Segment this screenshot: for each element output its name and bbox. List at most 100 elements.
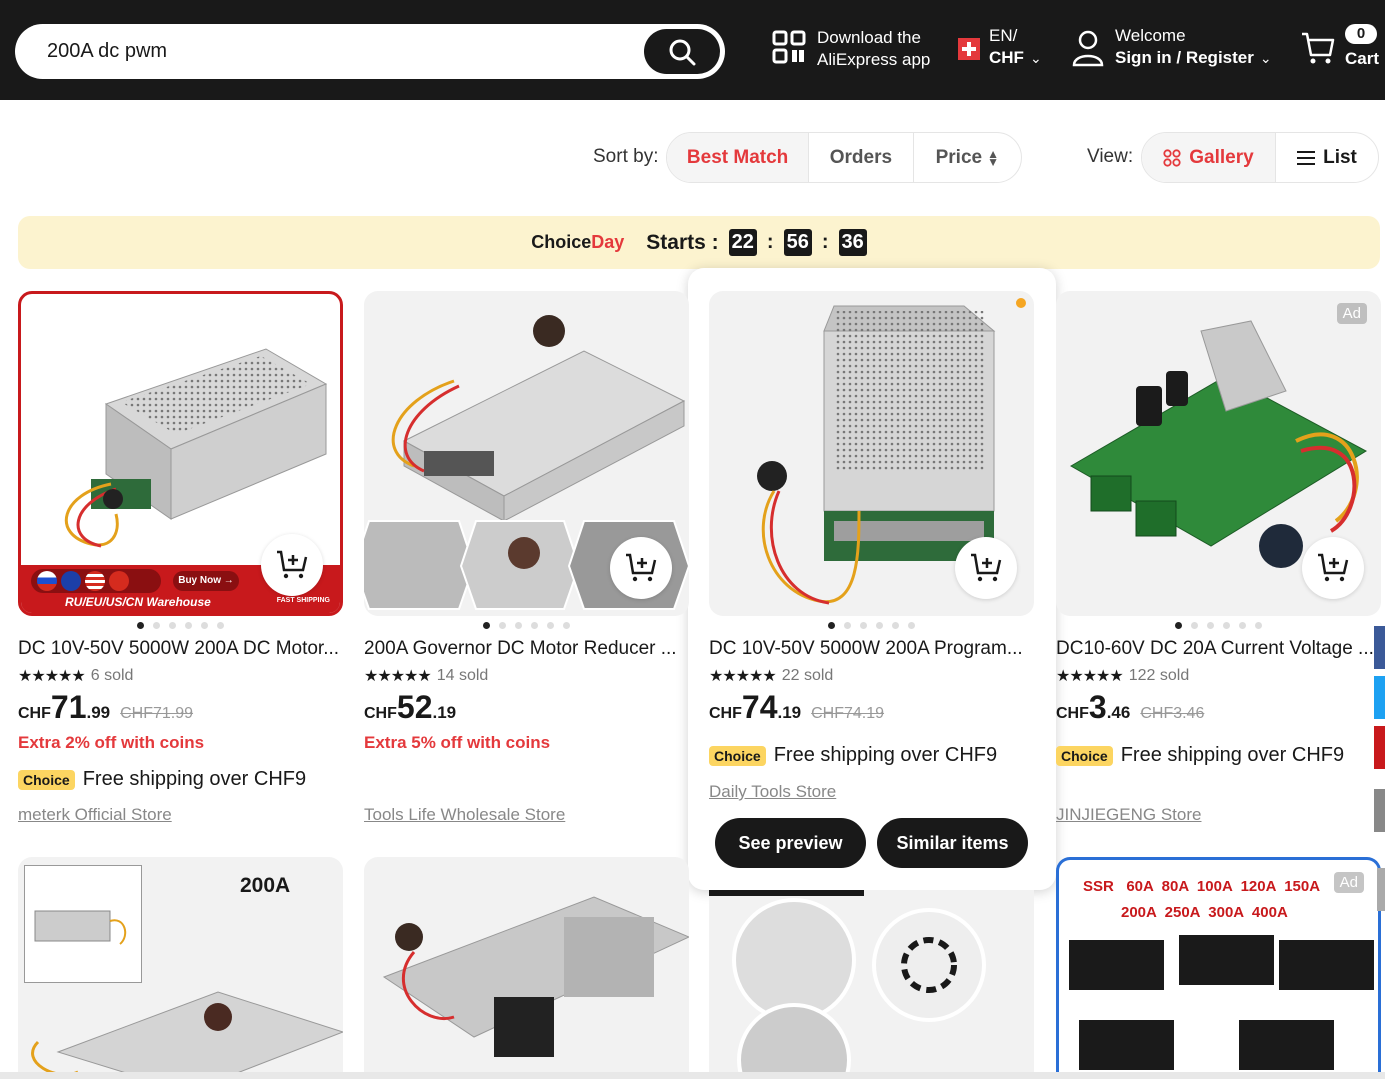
price-decimal: .19	[432, 703, 457, 722]
carousel-dot[interactable]	[828, 622, 835, 629]
carousel-dot[interactable]	[1175, 622, 1182, 629]
carousel-dot[interactable]	[860, 622, 867, 629]
signin-register-link[interactable]: Sign in / Register	[1115, 47, 1254, 69]
us-flag-icon	[85, 571, 105, 591]
carousel-dot[interactable]	[153, 622, 160, 629]
carousel-dot[interactable]	[137, 622, 144, 629]
view-options: Gallery List	[1141, 132, 1379, 183]
choice-day-banner[interactable]: ChoiceDay Starts : 22 : 56 : 36	[18, 216, 1380, 269]
product-title[interactable]: DC 10V-50V 5000W 200A Program...	[709, 638, 1034, 660]
product-card[interactable]	[364, 857, 689, 1072]
share-pinterest-button[interactable]	[1374, 726, 1385, 769]
choice-day-brand-b: Day	[591, 232, 625, 252]
carousel-dot[interactable]	[876, 622, 883, 629]
add-to-cart-button[interactable]	[955, 537, 1017, 599]
search-bar	[15, 24, 725, 79]
starts-label: Starts :	[646, 230, 719, 254]
add-to-cart-button[interactable]	[261, 534, 323, 596]
search-icon	[669, 39, 696, 65]
gallery-grid-icon	[1163, 148, 1181, 167]
product-image[interactable]: 200A	[18, 857, 343, 1072]
carousel-dot[interactable]	[531, 622, 538, 629]
share-twitter-button[interactable]	[1374, 676, 1385, 719]
carousel-dot[interactable]	[483, 622, 490, 629]
carousel-dot[interactable]	[1223, 622, 1230, 629]
image-carousel-dots[interactable]	[1056, 622, 1381, 630]
controller-thumbnail-image	[34, 910, 127, 945]
store-link[interactable]: Tools Life Wholesale Store	[364, 805, 565, 825]
sort-price-button[interactable]: Price ▲ ▼	[914, 133, 1021, 182]
carousel-dot[interactable]	[185, 622, 192, 629]
carousel-dot[interactable]	[217, 622, 224, 629]
view-gallery-button[interactable]: Gallery	[1142, 133, 1276, 182]
carousel-dot[interactable]	[499, 622, 506, 629]
store-link[interactable]: JINJIEGENG Store	[1056, 805, 1201, 825]
horizontal-scrollbar[interactable]	[0, 1072, 1385, 1079]
product-card[interactable]: DC 10V-50V 5000W 200A Program... ★★★★★ 22…	[709, 291, 1034, 871]
carousel-dot[interactable]	[515, 622, 522, 629]
cart-icon	[1302, 32, 1335, 64]
add-to-cart-icon	[277, 550, 308, 579]
carousel-dot[interactable]	[908, 622, 915, 629]
image-carousel-dots[interactable]	[709, 622, 1034, 630]
carousel-dot[interactable]	[892, 622, 899, 629]
product-image[interactable]	[364, 857, 689, 1072]
price-decimal: .46	[1106, 703, 1131, 722]
view-list-button[interactable]: List	[1276, 133, 1378, 182]
choice-badge: Choice	[18, 769, 75, 790]
shipping-info: Choice Free shipping over CHF9	[1056, 744, 1344, 767]
see-preview-button[interactable]: See preview	[715, 818, 866, 868]
product-card[interactable]: Buy Now → RU/EU/US/CN Warehouse FAST SHI…	[18, 291, 343, 831]
image-carousel-dots[interactable]	[364, 622, 689, 630]
product-card[interactable]	[709, 890, 1034, 1072]
user-icon	[1072, 30, 1104, 67]
controller-fan-image	[382, 896, 689, 1057]
product-image[interactable]: Buy Now → RU/EU/US/CN Warehouse FAST SHI…	[18, 291, 343, 616]
countdown-seconds: 36	[838, 229, 867, 256]
product-card[interactable]: 200A	[18, 857, 343, 1072]
product-card[interactable]: Ad DC10-60V DC 20A Current Voltage ... ★…	[1056, 291, 1381, 831]
carousel-dot[interactable]	[1239, 622, 1246, 629]
sort-orders-button[interactable]: Orders	[809, 133, 914, 182]
product-image[interactable]	[709, 890, 1034, 1072]
product-card[interactable]: SSR 60A 80A 100A 120A 150A 200A 250A 300…	[1056, 857, 1381, 1072]
product-title[interactable]: DC10-60V DC 20A Current Voltage ...	[1056, 638, 1381, 660]
carousel-dot[interactable]	[1191, 622, 1198, 629]
product-title[interactable]: 200A Governor DC Motor Reducer ...	[364, 638, 689, 660]
sort-best-match-button[interactable]: Best Match	[667, 133, 810, 182]
cart-count-badge: 0	[1345, 24, 1377, 44]
add-to-cart-button[interactable]	[610, 537, 672, 599]
store-link[interactable]: meterk Official Store	[18, 805, 172, 825]
product-image[interactable]	[364, 291, 689, 616]
shipping-info: Choice Free shipping over CHF9	[18, 768, 306, 791]
price-decimal: .99	[86, 703, 111, 722]
image-carousel-dots[interactable]	[18, 622, 343, 630]
product-image[interactable]: SSR 60A 80A 100A 120A 150A 200A 250A 300…	[1056, 857, 1381, 1072]
carousel-dot[interactable]	[1207, 622, 1214, 629]
search-input[interactable]	[47, 36, 627, 66]
add-to-cart-button[interactable]	[1302, 537, 1364, 599]
product-image[interactable]	[709, 291, 1034, 616]
carousel-dot[interactable]	[844, 622, 851, 629]
sort-price-label: Price	[935, 146, 983, 168]
product-image[interactable]: Ad	[1056, 291, 1381, 616]
coins-discount: Extra 2% off with coins	[18, 733, 205, 752]
share-facebook-button[interactable]	[1374, 626, 1385, 669]
carousel-dot[interactable]	[169, 622, 176, 629]
carousel-dot[interactable]	[563, 622, 570, 629]
store-link[interactable]: Daily Tools Store	[709, 782, 836, 802]
list-icon	[1297, 150, 1316, 165]
product-card[interactable]: 200A Governor DC Motor Reducer ... ★★★★★…	[364, 291, 689, 831]
share-more-button[interactable]	[1374, 789, 1385, 832]
carousel-dot[interactable]	[547, 622, 554, 629]
countdown-colon: :	[821, 231, 829, 253]
search-button[interactable]	[644, 29, 720, 74]
carousel-dot[interactable]	[201, 622, 208, 629]
choice-badge: Choice	[1056, 745, 1113, 766]
choice-badge: Choice	[709, 745, 766, 766]
product-title[interactable]: DC 10V-50V 5000W 200A DC Motor...	[18, 638, 343, 660]
side-strip[interactable]	[1377, 868, 1385, 911]
shipping-info: Choice Free shipping over CHF9	[709, 744, 997, 767]
carousel-dot[interactable]	[1255, 622, 1262, 629]
similar-items-button[interactable]: Similar items	[877, 818, 1028, 868]
